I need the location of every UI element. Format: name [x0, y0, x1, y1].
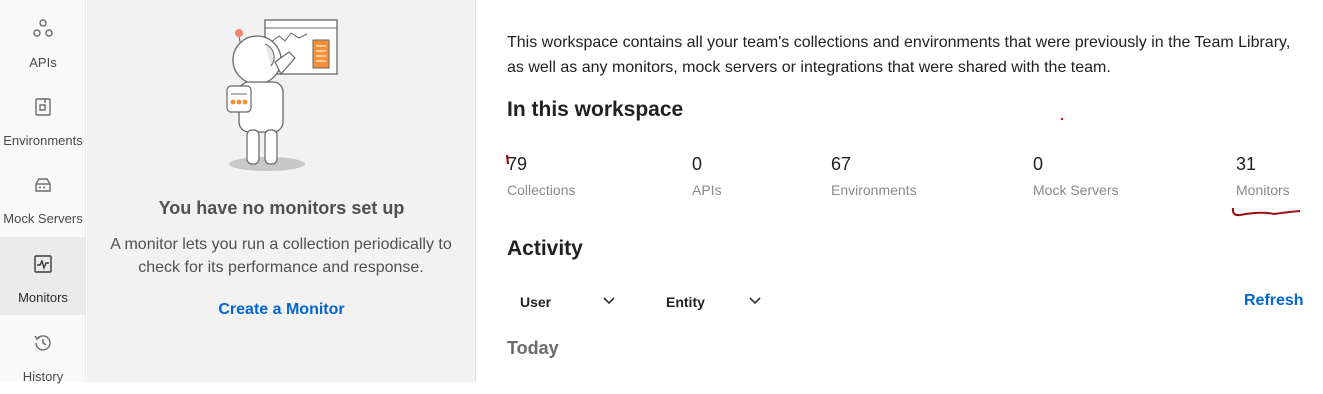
- apis-icon: [32, 18, 54, 45]
- sidebar-item-monitors[interactable]: Monitors: [0, 237, 86, 315]
- workspace-description: This workspace contains all your team's …: [507, 34, 1291, 76]
- annotation-tick-mark-icon: [505, 153, 511, 171]
- stat-monitors[interactable]: 31 Monitors: [1236, 154, 1290, 198]
- sidebar-item-mock-servers[interactable]: Mock Servers: [0, 158, 86, 236]
- stat-count: 79: [507, 154, 528, 174]
- stat-label: Monitors: [1236, 182, 1290, 198]
- entity-filter-dropdown[interactable]: Entity: [666, 293, 762, 311]
- empty-state-title: You have no monitors set up: [158, 198, 405, 218]
- mock-server-icon: [32, 174, 54, 201]
- create-monitor-link[interactable]: Create a Monitor: [87, 301, 476, 319]
- sidebar-item-apis[interactable]: APIs: [0, 0, 86, 78]
- user-filter-label: User: [520, 294, 552, 310]
- stat-environments[interactable]: 67 Environments: [831, 154, 917, 198]
- entity-filter-label: Entity: [666, 294, 705, 310]
- sidebar-item-label: Monitors: [18, 290, 68, 305]
- sidebar-item-label: Mock Servers: [3, 211, 83, 226]
- workspace-overview: This workspace contains all your team's …: [476, 0, 1323, 382]
- stat-label: APIs: [692, 182, 722, 198]
- sidebar-item-label: Environments: [3, 133, 83, 148]
- stat-count: 31: [1236, 154, 1257, 174]
- stat-mock-servers[interactable]: 0 Mock Servers: [1033, 154, 1119, 198]
- annotation-underline-icon: [1230, 205, 1304, 224]
- monitor-icon: [32, 253, 54, 280]
- empty-state-description: A monitor lets you run a collection peri…: [110, 236, 452, 276]
- history-icon: [32, 332, 54, 359]
- stat-label: Mock Servers: [1033, 182, 1119, 198]
- sidebar-item-history[interactable]: History: [0, 316, 86, 394]
- stat-apis[interactable]: 0 APIs: [692, 154, 722, 198]
- stat-label: Collections: [507, 182, 576, 198]
- activity-heading: Activity: [507, 237, 583, 260]
- activity-group-today: Today: [507, 338, 559, 358]
- stat-count: 67: [831, 154, 852, 174]
- stat-collections[interactable]: 79 Collections: [507, 154, 575, 198]
- in-this-workspace-heading: In this workspace: [507, 98, 684, 121]
- left-sidebar: APIs Environments Mock Servers Monitors: [0, 0, 86, 384]
- stat-count: 0: [1033, 154, 1044, 174]
- chevron-down-icon: [748, 293, 762, 311]
- refresh-button[interactable]: Refresh: [1244, 292, 1304, 310]
- environment-icon: [32, 96, 54, 123]
- chevron-down-icon: [602, 293, 616, 311]
- stat-count: 0: [692, 154, 703, 174]
- annotation-dot-icon: [1060, 108, 1064, 126]
- sidebar-item-label: APIs: [29, 55, 57, 70]
- user-filter-dropdown[interactable]: User: [520, 293, 616, 311]
- stat-label: Environments: [831, 182, 917, 198]
- astronaut-illustration-icon: [225, 14, 345, 176]
- sidebar-item-environments[interactable]: Environments: [0, 80, 86, 158]
- monitors-empty-state-panel: You have no monitors set up A monitor le…: [87, 0, 476, 382]
